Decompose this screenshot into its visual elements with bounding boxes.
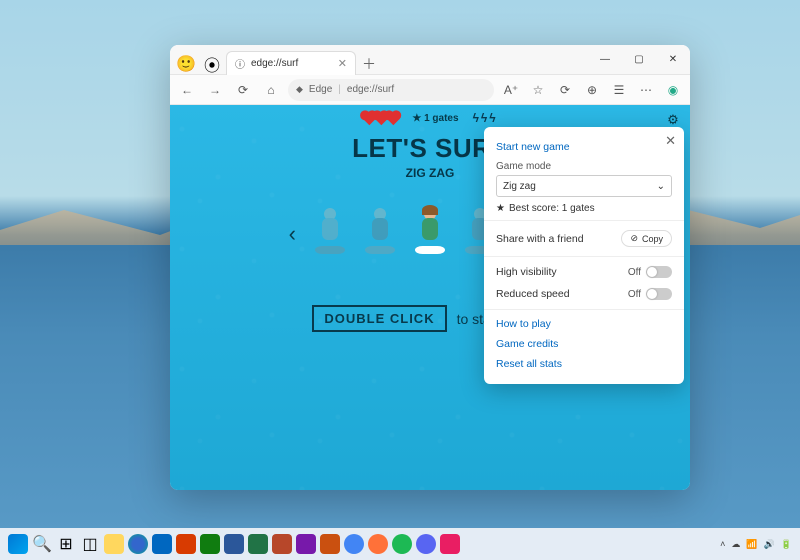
reset-stats-link[interactable]: Reset all stats: [496, 354, 672, 374]
best-score: ★ Best score: 1 gates: [496, 203, 672, 214]
close-window-button[interactable]: ✕: [656, 45, 690, 75]
game-mode-label: Game mode: [496, 161, 672, 172]
favorite-icon[interactable]: ☆: [527, 79, 549, 101]
system-tray[interactable]: ˄ ☁ 📶 🔊 🔋: [720, 539, 792, 550]
character-selected[interactable]: [414, 210, 446, 258]
sync-icon[interactable]: ⟳: [554, 79, 576, 101]
site-identity-icon: ◆: [296, 84, 303, 95]
profile-tab-1[interactable]: 🙂: [174, 53, 198, 75]
wifi-icon[interactable]: 📶: [746, 539, 757, 550]
app-icon[interactable]: [224, 534, 244, 554]
character-option[interactable]: [314, 210, 346, 258]
extensions-icon[interactable]: ☰: [608, 79, 630, 101]
cloud-icon[interactable]: ☁: [731, 539, 740, 550]
battery-icon[interactable]: 🔋: [781, 539, 792, 550]
back-button[interactable]: ←: [176, 79, 198, 101]
settings-panel: ✕ Start new game Game mode Zig zag ⌄ ★ B…: [484, 127, 684, 384]
high-visibility-state: Off: [628, 267, 641, 278]
home-button[interactable]: ⌂: [260, 79, 282, 101]
game-mode-select[interactable]: Zig zag ⌄: [496, 175, 672, 197]
titlebar: 🙂 ⦿ ⓘ edge://surf ✕ ＋ — ▢ ✕: [170, 45, 690, 75]
chevron-down-icon: ⌄: [657, 181, 665, 192]
start-button[interactable]: DOUBLE CLICK: [312, 305, 446, 332]
app-icon[interactable]: [392, 534, 412, 554]
window-controls: — ▢ ✕: [588, 45, 690, 75]
explorer-icon[interactable]: [104, 534, 124, 554]
share-label: Share with a friend: [496, 233, 584, 245]
app-icon[interactable]: [368, 534, 388, 554]
game-viewport: ★ 1 gates ϟ ϟ ϟ ⚙ LET'S SURF ZIG ZAG ‹: [170, 105, 690, 490]
app-icon[interactable]: [416, 534, 436, 554]
game-mode-value: Zig zag: [503, 181, 536, 192]
prev-character-button[interactable]: ‹: [289, 221, 296, 247]
volume-icon[interactable]: 🔊: [764, 539, 775, 550]
link-icon: ⊘: [630, 233, 638, 244]
bolt-icon: ϟ: [489, 111, 495, 125]
divider: [484, 220, 684, 221]
read-aloud-icon[interactable]: A⁺: [500, 79, 522, 101]
edge-icon[interactable]: [128, 534, 148, 554]
browser-window: 🙂 ⦿ ⓘ edge://surf ✕ ＋ — ▢ ✕ ← → ⟳ ⌂ ◆: [170, 45, 690, 490]
app-icon[interactable]: [344, 534, 364, 554]
app-icon[interactable]: [320, 534, 340, 554]
more-icon[interactable]: ⋯: [635, 79, 657, 101]
how-to-play-link[interactable]: How to play: [496, 314, 672, 334]
search-icon[interactable]: 🔍: [32, 534, 52, 554]
divider: [484, 309, 684, 310]
start-new-game-link[interactable]: Start new game: [496, 137, 672, 157]
app-icon[interactable]: [176, 534, 196, 554]
new-tab-button[interactable]: ＋: [358, 53, 380, 75]
app-icon[interactable]: [248, 534, 268, 554]
refresh-button[interactable]: ⟳: [232, 79, 254, 101]
app-icon[interactable]: [200, 534, 220, 554]
close-panel-button[interactable]: ✕: [665, 133, 676, 149]
reduced-speed-state: Off: [628, 289, 641, 300]
character-option[interactable]: [364, 210, 396, 258]
close-tab-icon[interactable]: ✕: [338, 57, 347, 70]
widgets-icon[interactable]: ◫: [80, 534, 100, 554]
tab-strip: 🙂 ⦿ ⓘ edge://surf ✕ ＋: [170, 45, 588, 75]
app-icon[interactable]: [440, 534, 460, 554]
score-display: ★ 1 gates: [412, 113, 458, 124]
hud: ★ 1 gates ϟ ϟ ϟ: [170, 111, 690, 125]
store-icon[interactable]: [152, 534, 172, 554]
profile-tab-2[interactable]: ⦿: [200, 53, 224, 75]
toolbar: ← → ⟳ ⌂ ◆ Edge | edge://surf A⁺ ☆ ⟳ ⊕ ☰ …: [170, 75, 690, 105]
divider: [484, 256, 684, 257]
address-text: edge://surf: [347, 84, 394, 95]
minimize-button[interactable]: —: [588, 45, 622, 75]
copy-button[interactable]: ⊘ Copy: [621, 230, 672, 247]
reduced-speed-toggle[interactable]: [646, 288, 672, 300]
address-prefix: Edge: [309, 84, 332, 95]
high-visibility-label: High visibility: [496, 266, 557, 278]
info-icon: ⓘ: [235, 56, 245, 71]
start-button[interactable]: [8, 534, 28, 554]
heart-icon: [387, 111, 400, 124]
lives-display: [364, 114, 398, 123]
copilot-icon[interactable]: ◉: [662, 79, 684, 101]
chevron-up-icon[interactable]: ˄: [720, 539, 725, 549]
tab-active[interactable]: ⓘ edge://surf ✕: [226, 51, 356, 75]
boost-display: ϟ ϟ ϟ: [473, 111, 496, 125]
tab-title: edge://surf: [251, 58, 298, 69]
app-icon[interactable]: [272, 534, 292, 554]
maximize-button[interactable]: ▢: [622, 45, 656, 75]
task-view-icon[interactable]: ⊞: [56, 534, 76, 554]
forward-button[interactable]: →: [204, 79, 226, 101]
collections-icon[interactable]: ⊕: [581, 79, 603, 101]
game-credits-link[interactable]: Game credits: [496, 334, 672, 354]
bolt-icon: ϟ: [473, 111, 479, 125]
app-icon[interactable]: [296, 534, 316, 554]
star-icon: ★: [496, 203, 505, 214]
address-bar[interactable]: ◆ Edge | edge://surf: [288, 79, 494, 101]
high-visibility-toggle[interactable]: [646, 266, 672, 278]
desktop: 🙂 ⦿ ⓘ edge://surf ✕ ＋ — ▢ ✕ ← → ⟳ ⌂ ◆: [0, 0, 800, 560]
reduced-speed-label: Reduced speed: [496, 288, 570, 300]
bolt-icon: ϟ: [481, 111, 487, 125]
taskbar: 🔍 ⊞ ◫ ˄ ☁ 📶 🔊 🔋: [0, 528, 800, 560]
